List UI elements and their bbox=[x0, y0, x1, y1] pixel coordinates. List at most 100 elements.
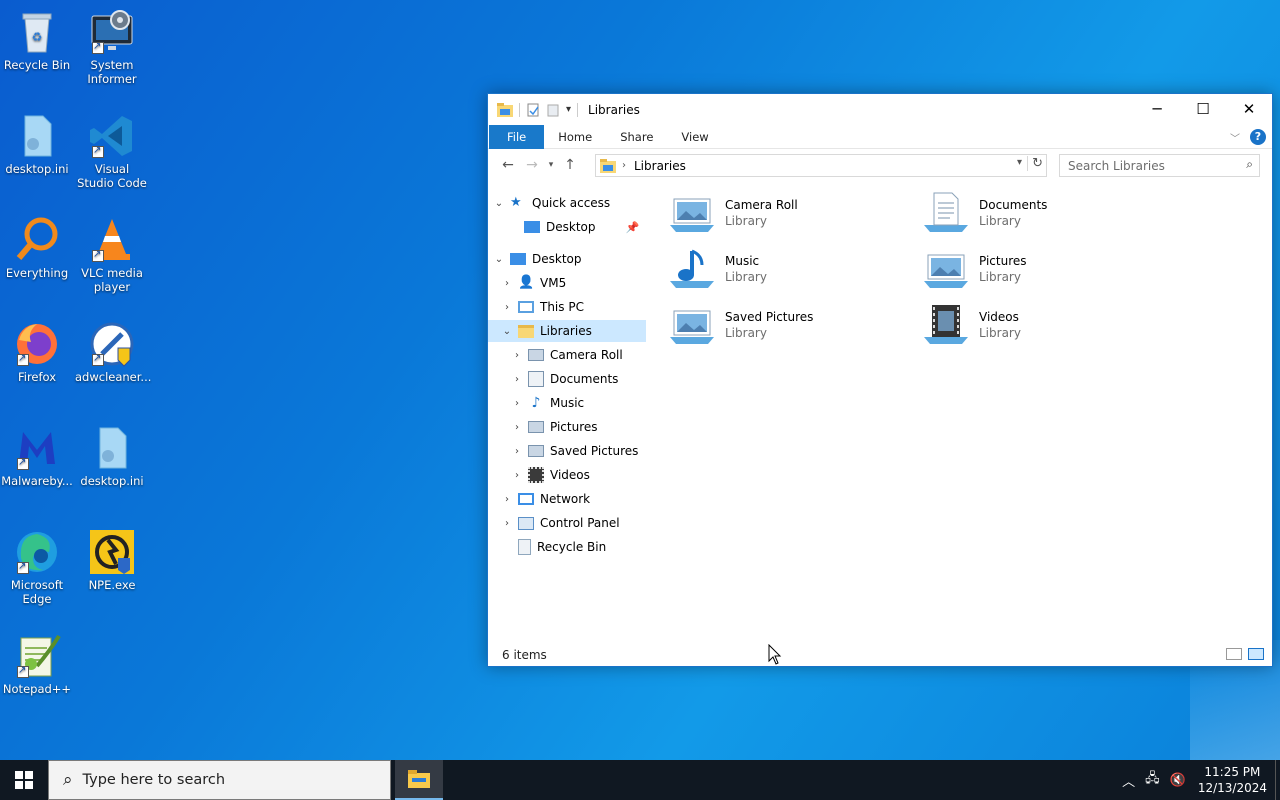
chevron-right-icon[interactable]: › bbox=[510, 374, 524, 385]
clock[interactable]: 11:25 PM 12/13/2024 bbox=[1198, 764, 1267, 796]
nav-desktop[interactable]: ⌄ Desktop bbox=[492, 248, 582, 270]
library-videos[interactable]: Videos Library bbox=[922, 303, 1162, 353]
chevron-right-icon[interactable]: › bbox=[500, 518, 514, 529]
expand-ribbon-icon[interactable]: ﹀ bbox=[1230, 130, 1240, 145]
desktop-icon-malwarebytes[interactable]: Malwareby... bbox=[0, 424, 74, 488]
desktop-icon-desktop-ini[interactable]: desktop.ini bbox=[0, 112, 74, 176]
recent-locations-icon[interactable]: ▾ bbox=[544, 160, 558, 170]
minimize-button[interactable]: ─ bbox=[1134, 94, 1180, 124]
desktop-icon-edge[interactable]: Microsoft Edge bbox=[0, 528, 74, 606]
library-type: Library bbox=[725, 270, 767, 284]
chevron-right-icon[interactable]: › bbox=[500, 494, 514, 505]
taskbar-file-explorer[interactable] bbox=[395, 760, 443, 800]
adwcleaner-icon bbox=[88, 320, 136, 368]
start-button[interactable] bbox=[0, 760, 48, 800]
library-name: Camera Roll bbox=[725, 198, 798, 212]
desktop-icon-label: desktop.ini bbox=[5, 162, 69, 176]
chevron-down-icon[interactable]: ⌄ bbox=[492, 198, 506, 209]
properties-icon[interactable] bbox=[526, 103, 540, 117]
network-icon[interactable]: 🖧 bbox=[1145, 769, 1160, 791]
user-icon: 👤 bbox=[518, 275, 535, 290]
library-documents[interactable]: Documents Library bbox=[922, 191, 1162, 241]
customize-toolbar-icon[interactable]: ▾ bbox=[566, 104, 571, 115]
show-desktop-button[interactable] bbox=[1275, 760, 1280, 800]
nav-saved-pictures[interactable]: › Saved Pictures bbox=[510, 440, 638, 462]
desktop-icon-desktop-ini-2[interactable]: desktop.ini bbox=[75, 424, 149, 488]
library-pictures[interactable]: Pictures Library bbox=[922, 247, 1162, 297]
desktop-icon-recycle-bin[interactable]: ♻ Recycle Bin bbox=[0, 8, 74, 72]
address-bar[interactable]: › Libraries ▾ ↻ bbox=[595, 154, 1047, 177]
desktop-icon-vlc[interactable]: VLC media player bbox=[75, 216, 149, 294]
desktop-icon-adwcleaner[interactable]: adwcleaner... bbox=[75, 320, 151, 384]
quick-access-toolbar: ▾ bbox=[488, 102, 579, 117]
nav-control-panel[interactable]: › Control Panel bbox=[500, 512, 620, 534]
library-saved-pictures[interactable]: Saved Pictures Library bbox=[668, 303, 908, 353]
nav-videos[interactable]: › Videos bbox=[510, 464, 590, 486]
nav-network[interactable]: › Network bbox=[500, 488, 590, 510]
title-bar[interactable]: ▾ Libraries ─ ☐ ✕ bbox=[488, 94, 1272, 125]
close-button[interactable]: ✕ bbox=[1226, 94, 1272, 124]
library-type: Library bbox=[979, 214, 1021, 228]
chevron-right-icon[interactable]: › bbox=[510, 446, 524, 457]
forward-arrow-icon[interactable]: → bbox=[520, 157, 544, 173]
desktop-icon-npe[interactable]: NPE.exe bbox=[75, 528, 149, 592]
up-arrow-icon[interactable]: ↑ bbox=[558, 157, 582, 173]
desktop-icon-system-informer[interactable]: System Informer bbox=[75, 8, 149, 86]
nav-this-pc[interactable]: › This PC bbox=[500, 296, 584, 318]
tab-share[interactable]: Share bbox=[606, 125, 667, 149]
nav-recycle-bin[interactable]: Recycle Bin bbox=[500, 536, 606, 558]
new-folder-icon[interactable] bbox=[546, 103, 560, 117]
search-input[interactable]: Search Libraries ⌕ bbox=[1059, 154, 1260, 177]
tab-home[interactable]: Home bbox=[544, 125, 606, 149]
library-type: Library bbox=[725, 326, 767, 340]
desktop-icon-label: desktop.ini bbox=[80, 474, 144, 488]
windows-logo-icon bbox=[15, 771, 33, 789]
nav-pictures[interactable]: › Pictures bbox=[510, 416, 598, 438]
back-arrow-icon[interactable]: ← bbox=[496, 157, 520, 173]
desktop-icon-vscode[interactable]: Visual Studio Code bbox=[75, 112, 149, 190]
libraries-folder-icon bbox=[497, 102, 513, 117]
tab-view[interactable]: View bbox=[667, 125, 722, 149]
library-type: Library bbox=[979, 326, 1021, 340]
large-icons-view-icon[interactable] bbox=[1248, 648, 1264, 660]
chevron-right-icon[interactable]: › bbox=[510, 422, 524, 433]
help-icon[interactable]: ? bbox=[1250, 129, 1266, 145]
breadcrumb-libraries[interactable]: Libraries bbox=[634, 159, 686, 173]
music-library-icon bbox=[670, 249, 714, 288]
nav-desktop-pinned[interactable]: Desktop 📌 bbox=[506, 216, 639, 238]
chevron-down-icon[interactable]: ⌄ bbox=[500, 326, 514, 337]
desktop-icon-firefox[interactable]: Firefox bbox=[0, 320, 74, 384]
taskbar: ⌕ Type here to search ︿ 🖧 🔇 11:25 PM 12/… bbox=[0, 760, 1280, 800]
show-hidden-icons-icon[interactable]: ︿ bbox=[1122, 771, 1135, 790]
refresh-icon[interactable]: ↻ bbox=[1027, 156, 1043, 171]
address-dropdown-icon[interactable]: ▾ bbox=[1017, 157, 1022, 168]
library-music[interactable]: Music Library bbox=[668, 247, 908, 297]
desktop-icon-notepadpp[interactable]: Notepad++ bbox=[0, 632, 74, 696]
nav-camera-roll[interactable]: › Camera Roll bbox=[510, 344, 623, 366]
chevron-down-icon[interactable]: ⌄ bbox=[492, 254, 506, 265]
details-view-icon[interactable] bbox=[1226, 648, 1242, 660]
library-camera-roll[interactable]: Camera Roll Library bbox=[668, 191, 908, 241]
nav-music[interactable]: › ♪ Music bbox=[510, 392, 584, 414]
firefox-icon bbox=[13, 320, 61, 368]
chevron-right-icon[interactable]: › bbox=[510, 398, 524, 409]
tab-file[interactable]: File bbox=[489, 124, 545, 149]
breadcrumb-chevron-icon[interactable]: › bbox=[622, 160, 626, 171]
network-icon bbox=[518, 493, 534, 505]
desktop-icon-everything[interactable]: Everything bbox=[0, 216, 74, 280]
search-placeholder: Search Libraries bbox=[1068, 159, 1165, 173]
maximize-button[interactable]: ☐ bbox=[1180, 94, 1226, 124]
taskbar-search-box[interactable]: ⌕ Type here to search bbox=[48, 760, 391, 800]
nav-vm5[interactable]: › 👤 VM5 bbox=[500, 272, 566, 294]
chevron-right-icon[interactable]: › bbox=[500, 278, 514, 289]
desktop-folder-icon bbox=[510, 253, 526, 265]
nav-libraries[interactable]: ⌄ Libraries bbox=[488, 320, 646, 342]
desktop-icon-label: Firefox bbox=[17, 370, 57, 384]
nav-documents[interactable]: › Documents bbox=[510, 368, 618, 390]
library-name: Videos bbox=[979, 310, 1019, 324]
nav-quick-access[interactable]: ⌄ ★ Quick access bbox=[492, 192, 610, 214]
chevron-right-icon[interactable]: › bbox=[510, 350, 524, 361]
chevron-right-icon[interactable]: › bbox=[500, 302, 514, 313]
chevron-right-icon[interactable]: › bbox=[510, 470, 524, 481]
volume-muted-icon[interactable]: 🔇 bbox=[1170, 773, 1186, 788]
